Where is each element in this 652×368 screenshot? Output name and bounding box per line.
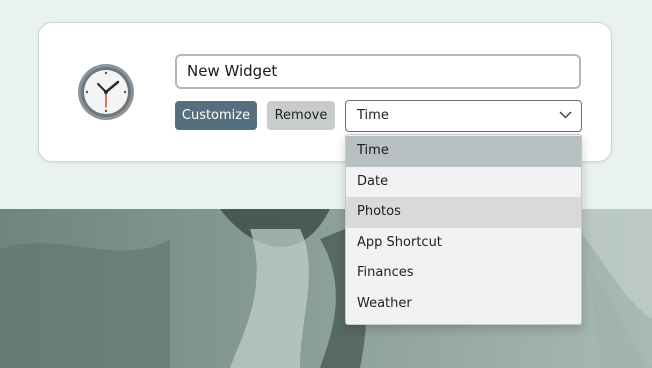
dropdown-option-weather[interactable]: Weather	[346, 289, 581, 320]
chevron-down-icon	[559, 111, 572, 119]
clock-icon	[76, 62, 136, 122]
dropdown-option-photos[interactable]: Photos	[346, 197, 581, 228]
widget-type-select[interactable]: Time	[345, 100, 582, 132]
dropdown-option-app-shortcut[interactable]: App Shortcut	[346, 228, 581, 259]
dropdown-option-date[interactable]: Date	[346, 167, 581, 198]
widget-name-input[interactable]: New Widget	[175, 54, 581, 89]
dropdown-option-finances[interactable]: Finances	[346, 258, 581, 289]
customize-button[interactable]: Customize	[175, 101, 257, 130]
widget-type-dropdown: Time Date Photos App Shortcut Finances W…	[345, 134, 582, 325]
widget-type-selected-value: Time	[357, 108, 389, 123]
remove-button[interactable]: Remove	[267, 101, 335, 130]
dropdown-option-time[interactable]: Time	[346, 136, 581, 167]
